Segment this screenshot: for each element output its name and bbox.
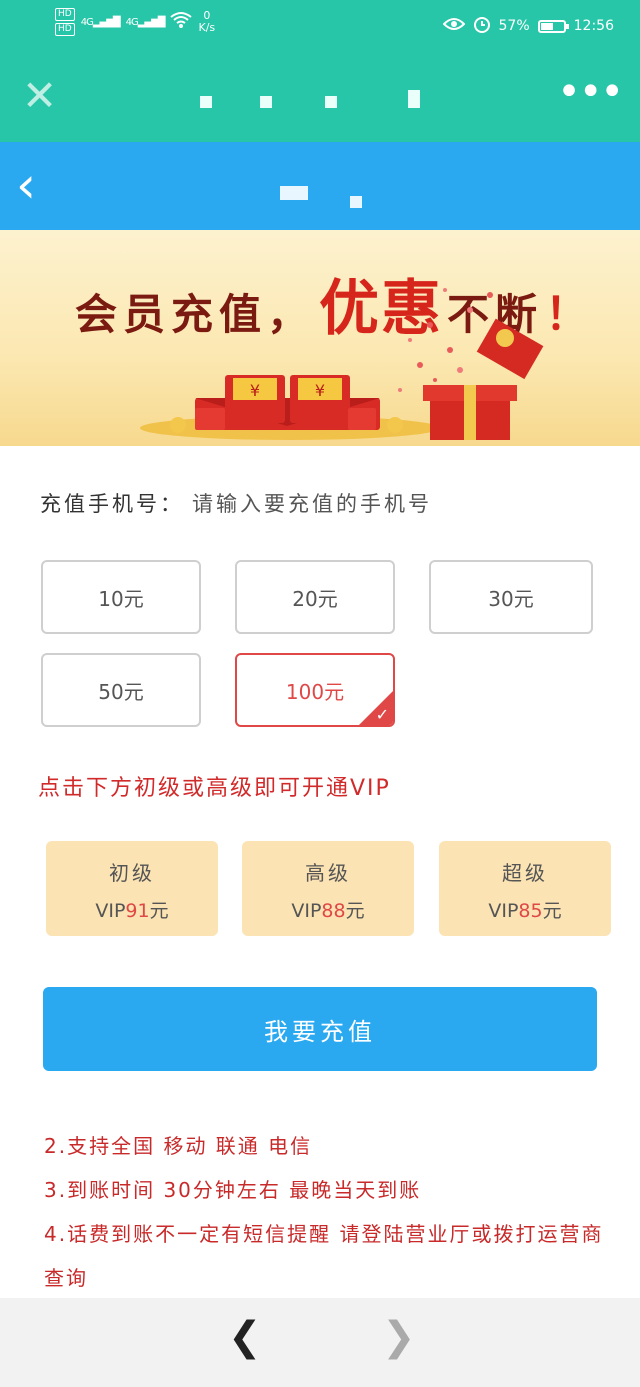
hd-indicator: HD HD [55,8,75,36]
phone-row: 充值手机号： [40,488,494,518]
recharge-button[interactable]: 我要充值 [43,987,597,1071]
page-header: ‹ [0,142,640,230]
network-type: 4G [80,16,94,28]
banner-illustration: ¥ ¥ [140,288,544,440]
more-icon[interactable]: ••• [557,72,624,112]
vip-prefix: VIP [95,900,126,922]
vip-name: 超级 [502,861,548,885]
amount-option-50[interactable]: 50元 [41,653,201,727]
blur-block [408,90,420,108]
vip-suffix: 元 [542,900,562,922]
signal-icon: 4G▂▄▆█ [125,16,166,28]
amount-label: 20元 [292,586,338,611]
vip-name: 高级 [305,861,351,885]
amount-option-10[interactable]: 10元 [41,560,201,634]
blur-block [350,196,362,208]
app-bar: ✕ ••• [0,52,640,142]
vip-card-super[interactable]: 超级 VIP85元 [439,841,611,936]
promo-text: 点击下方初级或高级即可开通VIP [38,776,391,801]
vip-prefix: VIP [488,900,519,922]
note-item: 2.支持全国 移动 联通 电信 [44,1134,313,1158]
status-left: HD HD 4G▂▄▆█ 4G▂▄▆█ 0 K/s [55,8,215,36]
vip-price-number: 85 [518,900,543,922]
vip-price-number: 91 [125,900,150,922]
promo-banner: 会员充值， 优惠 不断 ！ ¥ ¥ [0,230,640,446]
vip-price-number: 88 [321,900,346,922]
notes-list: 2.支持全国 移动 联通 电信 3.到账时间 30分钟左右 最晚当天到账 4.话… [44,1124,604,1300]
note-item: 3.到账时间 30分钟左右 最晚当天到账 [44,1178,422,1202]
vip-price: VIP91元 [46,896,218,923]
status-bar: HD HD 4G▂▄▆█ 4G▂▄▆█ 0 K/s 57% 12:56 [0,0,640,52]
amount-label: 10元 [98,586,144,611]
hd-badge: HD [55,23,75,36]
amount-option-30[interactable]: 30元 [429,560,593,634]
phone-label: 充值手机号： [40,492,184,516]
nav-back-icon[interactable]: ❮ [228,1314,262,1360]
network-type: 4G [125,16,139,28]
blur-block [200,96,212,108]
vip-card-basic[interactable]: 初级 VIP91元 [46,841,218,936]
phone-input[interactable] [190,491,494,517]
blur-block [325,96,337,108]
battery-icon [537,19,569,33]
svg-text:¥: ¥ [250,381,260,400]
status-right: 57% 12:56 [442,15,614,37]
vip-price: VIP88元 [242,896,414,923]
vip-name: 初级 [109,861,155,885]
network-speed: 0 K/s [198,10,215,34]
eye-icon [442,17,465,35]
amount-label: 100元 [285,679,345,704]
vip-prefix: VIP [291,900,322,922]
blurred-header-title [270,178,390,208]
vip-price: VIP85元 [439,896,611,923]
back-icon[interactable]: ‹ [16,160,36,210]
amount-option-20[interactable]: 20元 [235,560,395,634]
speed-unit: K/s [198,21,216,34]
battery-percent: 57% [498,18,530,34]
signal-icon: 4G▂▄▆█ [80,16,121,28]
amount-option-100[interactable]: 100元 ✓ [235,653,395,727]
close-icon[interactable]: ✕ [22,74,57,118]
amount-label: 50元 [98,679,144,704]
svg-text:¥: ¥ [315,381,325,400]
check-icon: ✓ [375,705,389,724]
wifi-icon [170,11,193,33]
clock: 12:56 [573,18,614,34]
vip-suffix: 元 [345,900,365,922]
battery-fill [540,22,554,30]
blurred-title [200,86,440,114]
vip-suffix: 元 [149,900,169,922]
bottom-nav: ❮ ❯ [0,1298,640,1387]
vip-card-advanced[interactable]: 高级 VIP88元 [242,841,414,936]
hd-badge: HD [55,8,75,21]
blur-block [260,96,272,108]
note-item: 4.话费到账不一定有短信提醒 请登陆营业厅或拨打运营商查询 [44,1222,604,1290]
blur-block [280,186,308,200]
nav-forward-icon[interactable]: ❯ [382,1314,416,1360]
alarm-icon [473,15,491,37]
amount-label: 30元 [488,586,534,611]
